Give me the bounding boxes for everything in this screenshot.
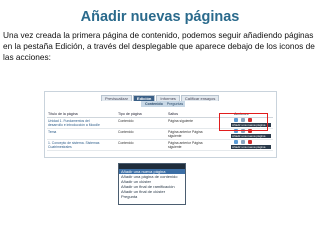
subtab-content[interactable]: Contenido: [145, 101, 163, 107]
row-type: Contenido: [118, 130, 134, 134]
row-jumps: Página anterior Página siguiente: [168, 130, 203, 138]
col-type: Tipo de página: [118, 112, 142, 116]
tab-grade-essays[interactable]: Calificar ensayos: [180, 95, 220, 101]
delete-icon[interactable]: [248, 140, 252, 144]
subtab-questions[interactable]: Preguntas: [167, 101, 183, 107]
col-title: Título de la página: [48, 112, 78, 116]
edit-icon[interactable]: [241, 140, 245, 144]
row-type: Contenido: [118, 119, 134, 123]
row-jumps: Página siguiente: [168, 119, 194, 123]
row-title[interactable]: 1. Concepto de sistema. Sistemas Cuatrim…: [48, 141, 105, 149]
table-row: 1. Concepto de sistema. Sistemas Cuatrim…: [47, 140, 273, 151]
row-title[interactable]: Tema: [48, 130, 105, 134]
row-actions: [234, 140, 252, 144]
add-page-dropdown: Añadir una nueva página Añadir una págin…: [118, 163, 186, 205]
row-title[interactable]: Unidad 1. Fundamentos del desarrollo e i…: [48, 119, 105, 127]
slide-title: Añadir nuevas páginas: [80, 9, 240, 25]
col-jumps: Saltos: [168, 112, 178, 116]
slide-text: Una vez creada la primera página de cont…: [3, 30, 315, 62]
gear-icon[interactable]: [234, 140, 238, 144]
add-page-select[interactable]: Añadir una nueva página: [231, 134, 271, 138]
row-jumps: Página anterior Página siguiente: [168, 141, 203, 149]
row-type: Contenido: [118, 141, 134, 145]
tab-preview[interactable]: Previsualizar: [101, 95, 132, 101]
dropdown-item[interactable]: Pregunta: [119, 194, 185, 199]
highlight-box: [219, 113, 268, 131]
subtab-bar: Contenido Preguntas: [141, 101, 185, 107]
add-page-select[interactable]: Añadir una nueva página: [231, 145, 271, 149]
